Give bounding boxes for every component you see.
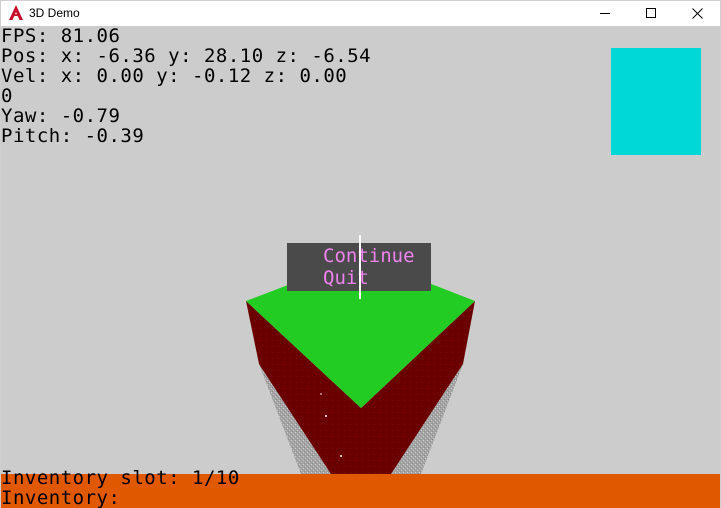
maximize-icon — [645, 7, 656, 18]
minimize-button[interactable] — [582, 1, 628, 25]
maximize-button[interactable] — [628, 1, 674, 25]
close-button[interactable] — [674, 1, 720, 25]
crosshair — [359, 235, 361, 299]
window-title: 3D Demo — [29, 6, 80, 20]
close-icon — [691, 7, 703, 19]
counter-readout: 0 — [1, 85, 13, 107]
title-bar[interactable]: 3D Demo — [1, 1, 720, 25]
game-viewport[interactable]: FPS: 81.06 Pos: x: -6.36 y: 28.10 z: -6.… — [1, 26, 720, 508]
velocity-readout: Vel: x: 0.00 y: -0.12 z: 0.00 — [1, 65, 348, 87]
position-readout: Pos: x: -6.36 y: 28.10 z: -6.54 — [1, 45, 372, 67]
minimap-swatch — [611, 48, 701, 155]
quit-menu-item[interactable]: Quit — [323, 267, 369, 289]
pitch-readout: Pitch: -0.39 — [1, 125, 145, 147]
minimize-icon — [599, 12, 610, 14]
yaw-readout: Yaw: -0.79 — [1, 105, 121, 127]
app-window: 3D Demo FPS: 81.06 Pos: x: -6.36 y: 28.1… — [0, 0, 721, 508]
inventory-label: Inventory: — [1, 487, 121, 508]
inventory-slot-readout: Inventory slot: 1/10 — [1, 467, 240, 489]
app-logo-icon — [9, 5, 23, 20]
fps-readout: FPS: 81.06 — [1, 26, 121, 47]
continue-menu-item[interactable]: Continue — [323, 245, 415, 267]
